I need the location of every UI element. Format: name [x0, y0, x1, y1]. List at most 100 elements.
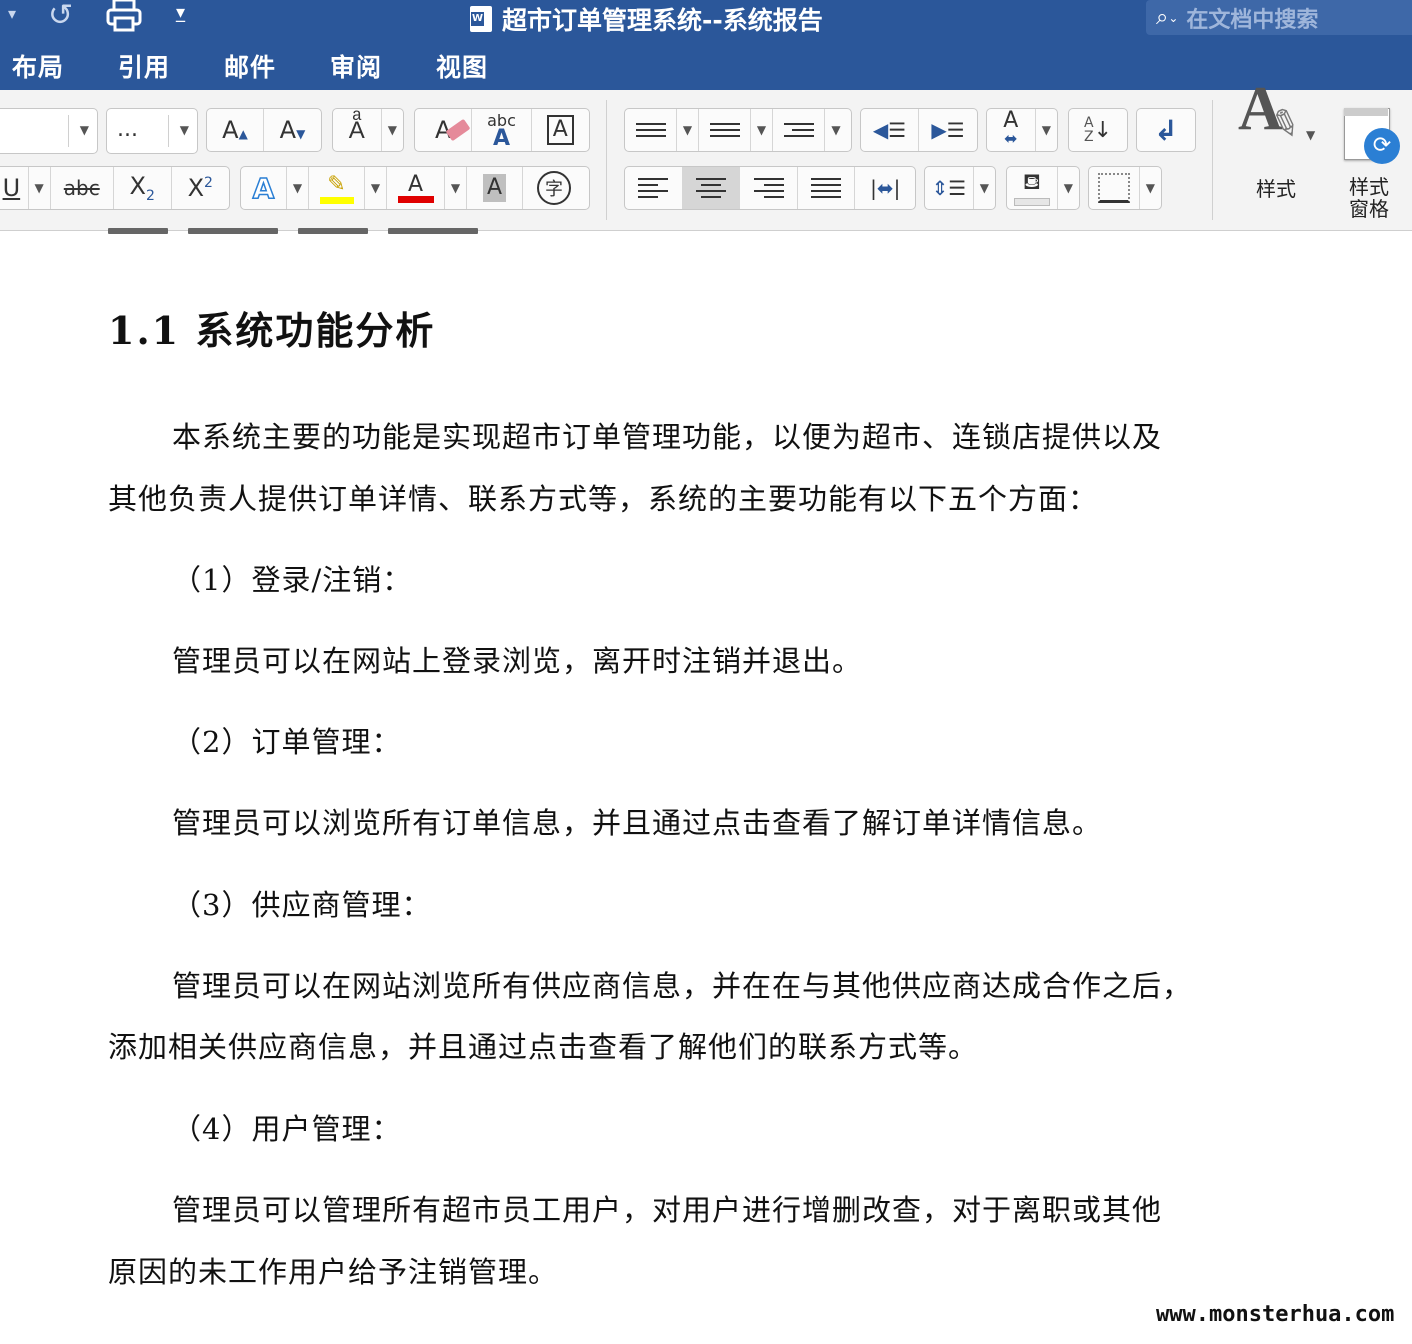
grow-font-button[interactable]: A▲	[207, 109, 265, 151]
indent-group: ◀☰ ▶☰	[860, 108, 978, 152]
highlight-button[interactable]: ✎	[309, 167, 365, 209]
font-color-button[interactable]: A	[387, 167, 445, 209]
numbering-button[interactable]	[699, 109, 751, 151]
font-size-value: ...	[117, 117, 138, 142]
chevron-down-icon: ▼	[179, 123, 189, 137]
redo-icon[interactable]: ↺	[48, 0, 73, 33]
chevron-down-icon: ▼	[79, 123, 89, 137]
tab-mailings[interactable]: 邮件	[224, 48, 276, 84]
distributed-icon: |⬌|	[870, 176, 901, 200]
strikethrough-button[interactable]: abc	[51, 167, 114, 209]
superscript-button[interactable]: X2	[172, 167, 230, 209]
align-left-button[interactable]	[625, 167, 683, 209]
eraser-icon: A	[435, 116, 471, 144]
show-marks-group: ↲	[1136, 108, 1196, 152]
font-name-combo[interactable]: ▼	[0, 108, 98, 154]
borders-group: ▼	[1088, 166, 1162, 210]
borders-dropdown[interactable]: ▼	[1140, 167, 1161, 209]
list-heading: （4）用户管理：	[172, 1112, 402, 1146]
ribbon-tab-bar: 布局 引用 邮件 审阅 视图	[0, 40, 1412, 90]
justify-icon	[811, 178, 842, 198]
paint-bucket-icon: ⛾	[1022, 170, 1041, 195]
alignment-group: |⬌|	[624, 166, 916, 210]
character-shading-icon: A	[482, 174, 507, 202]
shading-button[interactable]: ⛾	[1007, 167, 1058, 209]
distributed-button[interactable]: |⬌|	[855, 167, 915, 209]
underline-button[interactable]: U	[0, 167, 29, 209]
word-document-icon	[470, 6, 492, 32]
subscript-button[interactable]: X2	[114, 167, 172, 209]
line-spacing-group: ⇕☰ ▼	[924, 166, 996, 210]
styles-pane-icon: ⟳	[1336, 104, 1402, 170]
justify-button[interactable]	[798, 167, 856, 209]
tab-references[interactable]: 引用	[118, 48, 170, 84]
phonetic-guide-button[interactable]: abc A	[472, 109, 532, 151]
decrease-indent-button[interactable]: ◀☰	[861, 109, 920, 151]
styles-pane-label-line2: 窗格	[1349, 197, 1389, 221]
clear-formatting-button[interactable]: A	[415, 109, 473, 151]
underline-dropdown[interactable]: ▼	[29, 167, 51, 209]
body-paragraph: 管理员可以在网站上登录浏览，离开时注销并退出。	[172, 644, 863, 678]
styles-button[interactable]: A ✎ ▼ 样式	[1236, 78, 1316, 200]
align-center-button[interactable]	[682, 167, 741, 209]
window-title: 超市订单管理系统--系统报告	[470, 2, 823, 36]
line-spacing-icon: ⇕☰	[931, 176, 967, 200]
character-border-icon: A	[546, 115, 574, 145]
align-center-icon	[695, 178, 726, 198]
list-group: ▼ ▼ ▼	[624, 108, 852, 152]
chevron-down-icon: ▼	[292, 181, 303, 195]
tab-review[interactable]: 审阅	[330, 48, 382, 84]
styles-pane-button[interactable]: ⟳ 样式 窗格	[1336, 104, 1402, 220]
combo-separator	[168, 115, 169, 147]
text-effects-dropdown[interactable]: ▼	[287, 167, 309, 209]
body-paragraph: 管理员可以在网站浏览所有供应商信息，并在在与其他供应商达成合作之后，	[172, 969, 1193, 1003]
character-border-button[interactable]: A	[532, 109, 589, 151]
body-paragraph: 管理员可以浏览所有订单信息，并且通过点击查看了解订单详情信息。	[172, 806, 1103, 840]
chevron-down-icon[interactable]: ▾	[8, 4, 16, 23]
subscript-icon: X2	[129, 172, 155, 204]
text-direction-group: A ⬌ ▼	[986, 108, 1058, 152]
strikethrough-icon: abc	[63, 176, 100, 200]
line-spacing-dropdown[interactable]: ▼	[974, 167, 995, 209]
customize-toolbar-icon[interactable]: ▾̲	[176, 2, 185, 23]
numbering-dropdown[interactable]: ▼	[751, 109, 773, 151]
multilevel-list-dropdown[interactable]: ▼	[825, 109, 847, 151]
bullets-button[interactable]	[625, 109, 677, 151]
change-case-button[interactable]: Aͣ	[333, 109, 382, 151]
sort-button[interactable]: A Z ↓	[1069, 109, 1127, 151]
print-icon[interactable]	[106, 0, 142, 38]
text-direction-dropdown[interactable]: ▼	[1036, 109, 1057, 151]
increase-indent-button[interactable]: ▶☰	[919, 109, 977, 151]
shading-dropdown[interactable]: ▼	[1058, 167, 1079, 209]
show-paragraph-marks-button[interactable]: ↲	[1137, 109, 1195, 151]
highlight-dropdown[interactable]: ▼	[365, 167, 387, 209]
character-shading-button[interactable]: A	[467, 167, 523, 209]
shrink-font-button[interactable]: A▼	[264, 109, 321, 151]
shrink-font-icon: A▼	[279, 116, 306, 144]
tab-view[interactable]: 视图	[436, 48, 488, 84]
chevron-down-icon: ▼	[682, 123, 693, 137]
change-case-dropdown[interactable]: ▼	[382, 109, 403, 151]
font-size-buttons: A▲ A▼	[206, 108, 322, 152]
bullets-dropdown[interactable]: ▼	[677, 109, 699, 151]
align-right-button[interactable]	[740, 167, 798, 209]
chevron-down-icon: ▼	[831, 123, 841, 137]
chevron-down-icon: ▼	[450, 181, 461, 195]
phonetic-a-icon: A	[492, 126, 511, 151]
font-color-bar	[397, 195, 434, 203]
text-effects-button[interactable]: A	[241, 167, 287, 209]
borders-button[interactable]	[1089, 167, 1140, 209]
line-spacing-button[interactable]: ⇕☰	[925, 167, 974, 209]
font-color-dropdown[interactable]: ▼	[445, 167, 467, 209]
shading-group: ⛾ ▼	[1006, 166, 1080, 210]
tab-layout[interactable]: 布局	[12, 48, 64, 84]
change-case-group: Aͣ ▼	[332, 108, 404, 152]
ribbon-separator	[1212, 100, 1213, 220]
enclose-characters-button[interactable]: 字	[523, 167, 585, 209]
font-size-combo[interactable]: ... ▼	[106, 108, 198, 154]
list-heading: （1）登录/注销：	[172, 563, 413, 597]
multilevel-list-button[interactable]	[773, 109, 825, 151]
list-heading: （2）订单管理：	[172, 725, 402, 759]
text-direction-button[interactable]: A ⬌	[987, 109, 1036, 151]
search-document-box[interactable]: ⌕ ⌄ 在文档中搜索	[1146, 0, 1412, 35]
